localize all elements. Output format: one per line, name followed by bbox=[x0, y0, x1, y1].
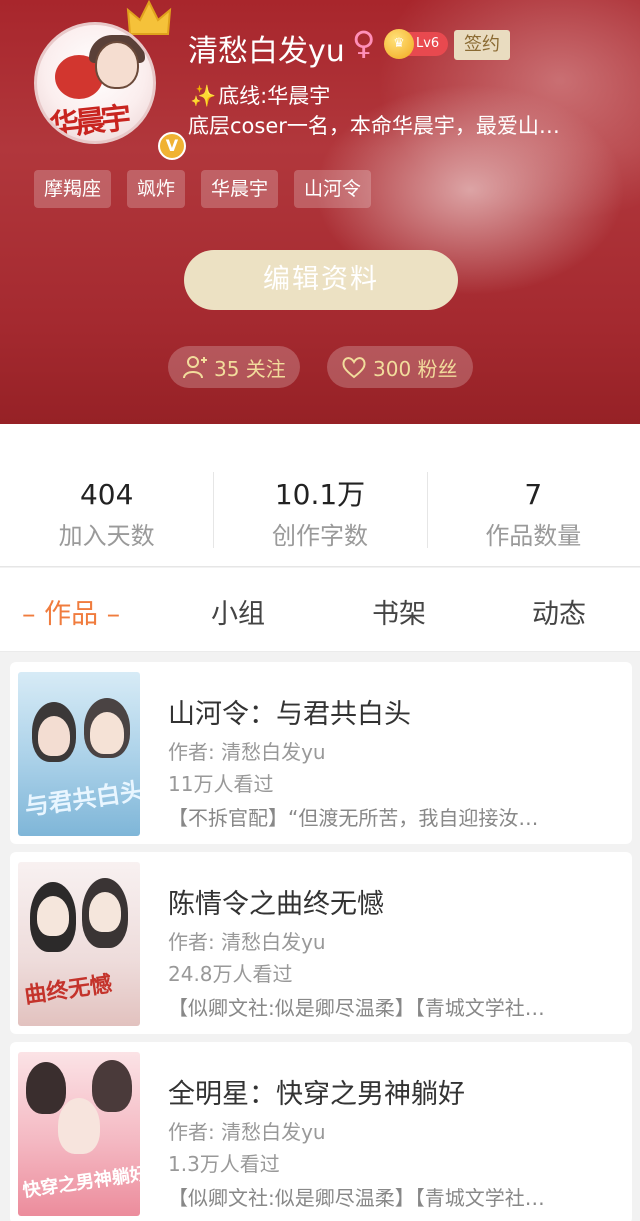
book-title: 山河令：与君共白头 bbox=[168, 699, 411, 730]
stat-label: 加入天数 bbox=[58, 522, 155, 550]
book-item[interactable]: 曲终无憾 陈情令之曲终无憾 作者: 清愁白发yu 24.8万人看过 【似卿文社:… bbox=[10, 852, 632, 1034]
cover-title: 与君共白头 bbox=[22, 776, 140, 822]
following-count: 35 关注 bbox=[214, 356, 286, 381]
following-button[interactable]: 35 关注 bbox=[168, 346, 300, 388]
user-name: 清愁白发yu bbox=[188, 34, 345, 69]
stat-value: 404 bbox=[79, 478, 134, 511]
book-author: 作者: 清愁白发yu bbox=[168, 1120, 326, 1144]
heart-icon bbox=[342, 357, 366, 379]
book-title: 全明星：快穿之男神躺好 bbox=[168, 1079, 465, 1110]
book-views: 11万人看过 bbox=[168, 772, 274, 796]
book-item[interactable]: 与君共白头 山河令：与君共白头 作者: 清愁白发yu 11万人看过 【不拆官配】… bbox=[10, 662, 632, 844]
stat-word-count: 10.1万 创作字数 bbox=[213, 424, 426, 566]
tagline-text: 底线:华晨宇 bbox=[218, 84, 331, 108]
book-item[interactable]: 快穿之男神躺好 全明星：快穿之男神躺好 作者: 清愁白发yu 1.3万人看过 【… bbox=[10, 1042, 632, 1221]
book-cover: 与君共白头 bbox=[18, 672, 140, 836]
book-description: 【似卿文社:似是卿尽温柔】【青城文学社… bbox=[168, 1186, 545, 1210]
book-views: 1.3万人看过 bbox=[168, 1152, 280, 1176]
stat-value: 10.1万 bbox=[274, 478, 366, 511]
stat-value: 7 bbox=[524, 478, 543, 511]
tag-item[interactable]: 摩羯座 bbox=[34, 170, 112, 208]
stat-works-count: 7 作品数量 bbox=[426, 424, 640, 566]
user-add-icon bbox=[183, 356, 207, 379]
cover-title: 快穿之男神躺好 bbox=[21, 1163, 140, 1202]
book-cover: 快穿之男神躺好 bbox=[18, 1052, 140, 1216]
bio[interactable]: 底层coser一名，本命华晨宇，最爱山… bbox=[188, 110, 618, 140]
book-title: 陈情令之曲终无憾 bbox=[168, 889, 384, 920]
avatar-text: 华晨宇 bbox=[47, 101, 129, 144]
stat-label: 创作字数 bbox=[271, 522, 368, 550]
book-author: 作者: 清愁白发yu bbox=[168, 740, 326, 764]
edit-profile-button[interactable]: 编辑资料 bbox=[184, 250, 458, 310]
verified-badge-icon: V bbox=[158, 132, 186, 160]
tag-item[interactable]: 华晨宇 bbox=[201, 170, 279, 208]
signed-badge[interactable]: 签约 bbox=[454, 30, 510, 60]
stat-label: 作品数量 bbox=[485, 522, 582, 550]
female-icon: ♀ bbox=[352, 24, 376, 62]
tab-activity[interactable]: 动态 bbox=[532, 592, 586, 631]
avatar-image: 华晨宇 bbox=[34, 22, 156, 144]
tag-item[interactable]: 山河令 bbox=[294, 170, 372, 208]
tab-works[interactable]: – 作品 – bbox=[22, 592, 120, 631]
sparkle-icon: ✨ bbox=[190, 84, 217, 108]
fans-count: 300 粉丝 bbox=[373, 356, 458, 381]
level-badge[interactable]: ♛ Lv6 bbox=[384, 29, 448, 59]
book-description: 【不拆官配】“但渡无所苦，我自迎接汝… bbox=[168, 806, 539, 830]
fans-button[interactable]: 300 粉丝 bbox=[327, 346, 473, 388]
tab-groups[interactable]: 小组 bbox=[211, 592, 265, 631]
profile-header: 华晨宇 V 清愁白发yu ♀ ♛ Lv6 签约 ✨底线:华晨宇 底层coser一… bbox=[0, 0, 640, 424]
tag-list: 摩羯座 飒炸 华晨宇 山河令 bbox=[34, 170, 372, 208]
book-author: 作者: 清愁白发yu bbox=[168, 930, 326, 954]
level-text: Lv6 bbox=[416, 36, 440, 51]
tagline: ✨底线:华晨宇 bbox=[190, 80, 330, 110]
stats-bar: 404 加入天数 10.1万 创作字数 7 作品数量 bbox=[0, 424, 640, 567]
book-description: 【似卿文社:似是卿尽温柔】【青城文学社… bbox=[168, 996, 545, 1020]
stat-join-days: 404 加入天数 bbox=[0, 424, 213, 566]
tab-bookshelf[interactable]: 书架 bbox=[372, 592, 426, 631]
level-crown-icon: ♛ bbox=[384, 29, 414, 59]
avatar[interactable]: 华晨宇 V bbox=[34, 22, 186, 160]
book-views: 24.8万人看过 bbox=[168, 962, 293, 986]
tag-item[interactable]: 飒炸 bbox=[127, 170, 186, 208]
tab-bar: – 作品 – 小组 书架 动态 bbox=[0, 568, 640, 652]
cover-title: 曲终无憾 bbox=[23, 971, 114, 1009]
book-cover: 曲终无憾 bbox=[18, 862, 140, 1026]
